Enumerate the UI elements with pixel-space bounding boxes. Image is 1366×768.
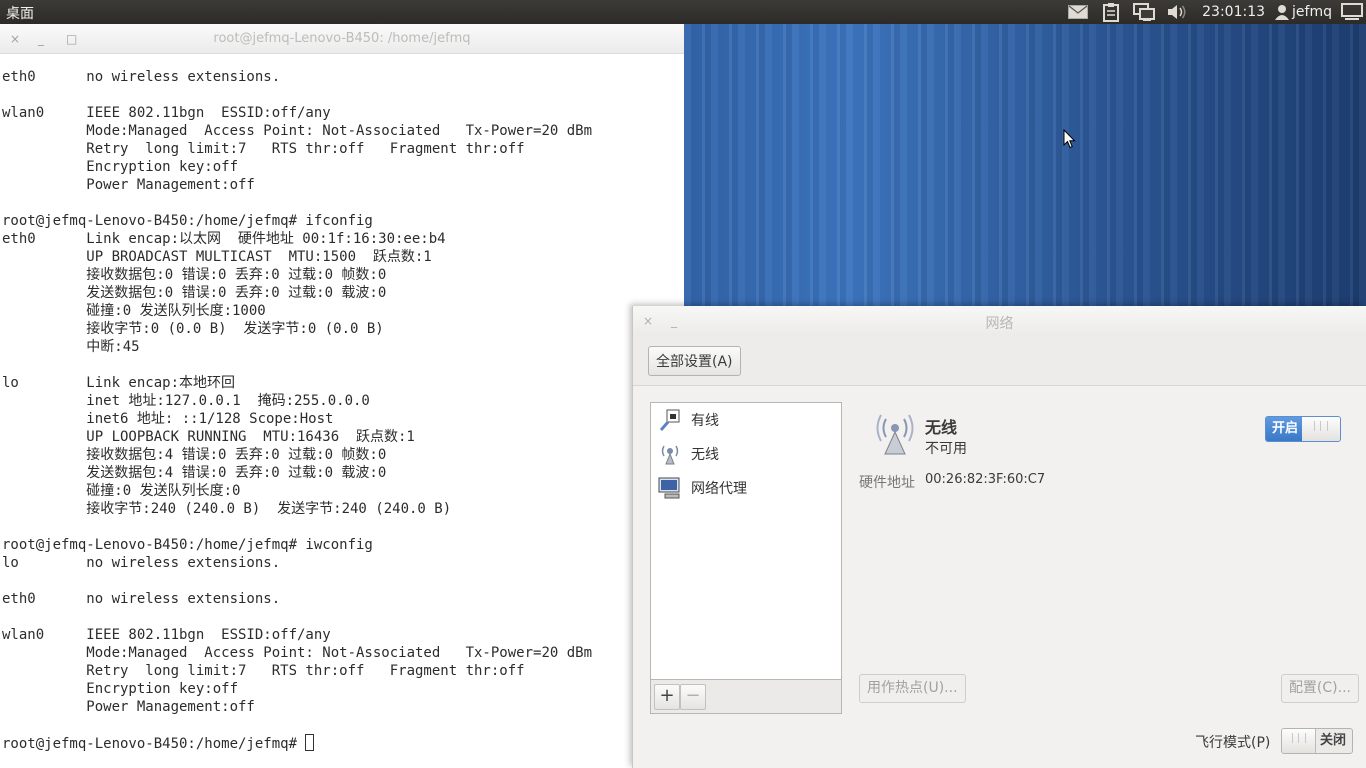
network-titlebar[interactable]: × _ 网络 <box>633 306 1366 336</box>
toggle-knob <box>1282 729 1316 753</box>
user-menu[interactable]: jefmq <box>1275 4 1332 20</box>
toggle-off-label: 关闭 <box>1319 733 1346 748</box>
wired-network-icon <box>657 407 683 433</box>
connection-label: 无线 <box>691 447 719 463</box>
terminal-lines: eth0 no wireless extensions. wlan0 IEEE … <box>2 69 593 715</box>
wireless-device-icon <box>876 414 914 455</box>
device-name: 无线 <box>925 418 958 437</box>
use-as-hotspot-button[interactable]: 用作热点(U)... <box>859 674 966 703</box>
network-title: 网络 <box>985 316 1014 332</box>
top-panel: 桌面 23:01:13 jefmq <box>0 0 1366 24</box>
terminal-cursor <box>305 734 315 751</box>
terminal-titlebar[interactable]: × _ □ root@jefmq-Lenovo-B450: /home/jefm… <box>0 24 684 54</box>
network-settings-window[interactable]: × _ 网络 全部设置(A) 有线 无线 网络代理 + − 无线 不可用 硬件地… <box>632 306 1366 768</box>
add-connection-button[interactable]: + <box>654 684 680 710</box>
hardware-address-label: 硬件地址 <box>859 475 915 491</box>
connection-list-toolbar: + − <box>650 680 842 714</box>
connection-item-proxy[interactable]: 网络代理 <box>651 471 841 505</box>
mail-icon[interactable] <box>1066 0 1090 24</box>
clipboard-icon[interactable] <box>1099 0 1123 24</box>
airplane-mode-toggle[interactable]: 关闭 <box>1281 728 1353 754</box>
toggle-knob <box>1302 417 1340 441</box>
user-name: jefmq <box>1292 4 1332 20</box>
volume-icon[interactable] <box>1165 0 1189 24</box>
system-tray: 23:01:13 jefmq <box>1057 0 1366 24</box>
hardware-address-value: 00:26:82:3F:60:C7 <box>925 472 1046 487</box>
mouse-pointer-icon <box>1063 129 1076 149</box>
wireless-power-toggle[interactable]: 开启 <box>1265 416 1341 442</box>
all-settings-button[interactable]: 全部设置(A) <box>648 346 741 376</box>
terminal-window[interactable]: × _ □ root@jefmq-Lenovo-B450: /home/jefm… <box>0 24 684 768</box>
toggle-on-label: 开启 <box>1266 417 1304 441</box>
clock[interactable]: 23:01:13 <box>1202 4 1265 20</box>
terminal-output[interactable]: eth0 no wireless extensions. wlan0 IEEE … <box>0 54 684 768</box>
device-status: 不可用 <box>925 441 967 457</box>
terminal-title: root@jefmq-Lenovo-B450: /home/jefmq <box>213 31 471 46</box>
connection-item-wireless[interactable]: 无线 <box>651 437 841 471</box>
terminal-prompt: root@jefmq-Lenovo-B450:/home/jefmq# <box>2 736 306 752</box>
connection-item-wired[interactable]: 有线 <box>651 403 841 437</box>
connection-label: 有线 <box>691 413 719 429</box>
remove-connection-button[interactable]: − <box>680 684 706 710</box>
wireless-network-icon <box>657 441 683 467</box>
airplane-mode-label: 飞行模式(P) <box>1195 735 1271 751</box>
network-toolbar: 全部设置(A) <box>633 336 1366 386</box>
user-icon <box>1275 5 1290 20</box>
configure-button[interactable]: 配置(C)... <box>1280 674 1359 703</box>
computer-icon[interactable] <box>1340 0 1364 24</box>
device-detail-panel: 无线 不可用 硬件地址 00:26:82:3F:60:C7 开启 用作热点(U)… <box>859 402 1359 762</box>
connection-list[interactable]: 有线 无线 网络代理 <box>650 402 842 680</box>
connection-label: 网络代理 <box>691 481 747 497</box>
network-icon[interactable] <box>1132 0 1156 24</box>
network-proxy-icon <box>657 475 683 501</box>
desktop-label[interactable]: 桌面 <box>6 3 34 23</box>
